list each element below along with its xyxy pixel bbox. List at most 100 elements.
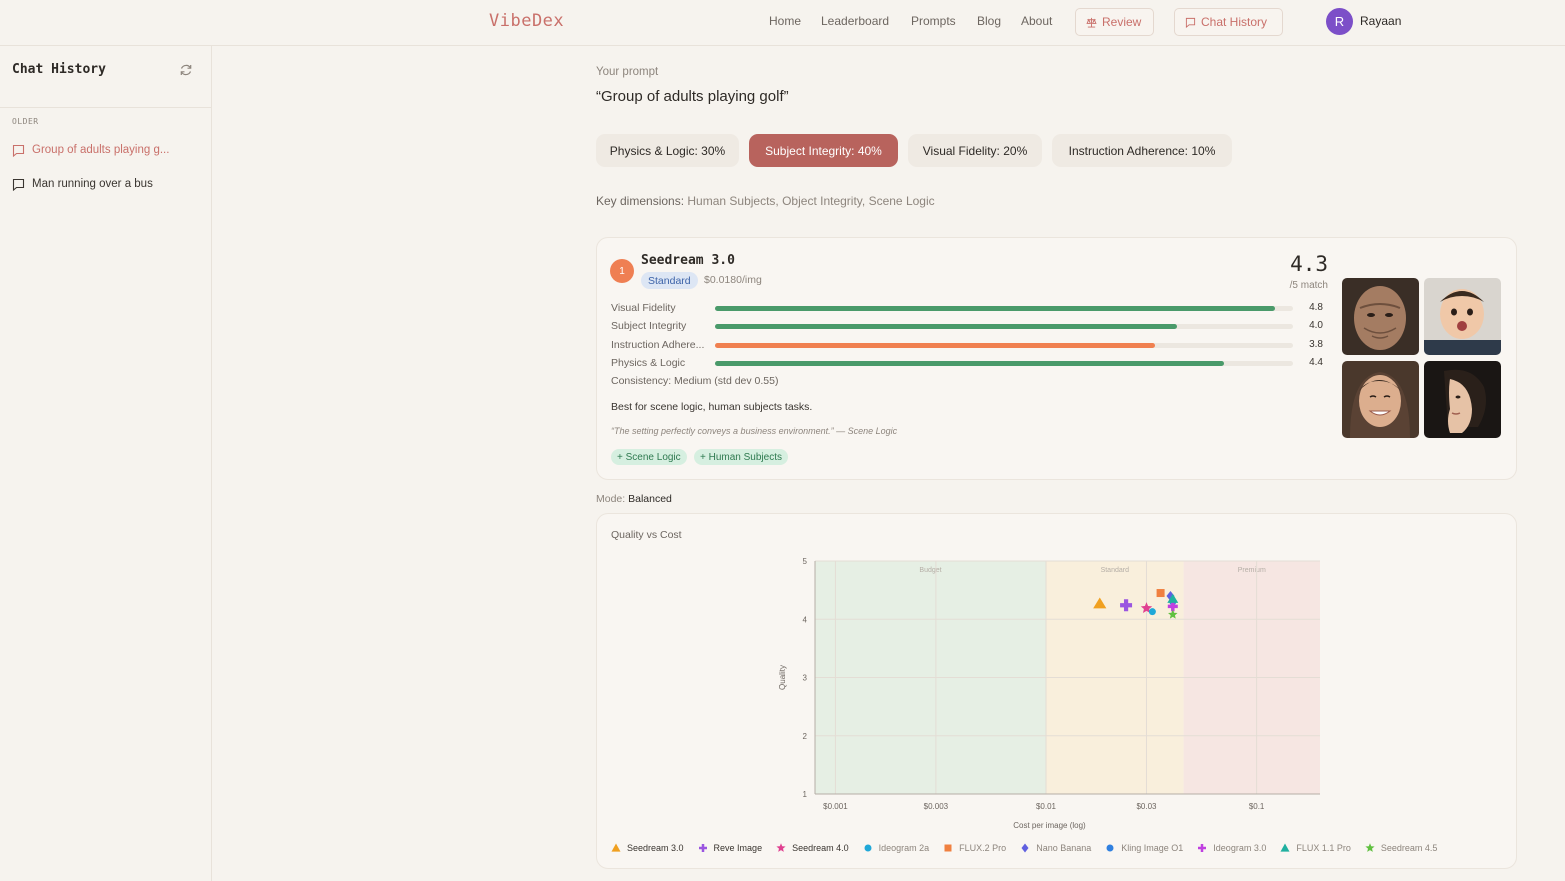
sample-image-child[interactable] xyxy=(1424,278,1501,355)
legend-item[interactable]: FLUX.2 Pro xyxy=(943,843,1006,853)
chart-zone-label: Budget xyxy=(919,567,941,574)
nav-leaderboard[interactable]: Leaderboard xyxy=(821,14,889,28)
weight-chip-instruction-adherence[interactable]: Instruction Adherence: 10% xyxy=(1052,134,1232,167)
refresh-icon[interactable] xyxy=(179,63,193,77)
legend-item[interactable]: Seedream 4.5 xyxy=(1365,843,1438,853)
metric-label: Instruction Adhere... xyxy=(611,339,705,351)
legend-item[interactable]: FLUX 1.1 Pro xyxy=(1280,843,1351,853)
sidebar-item-bus[interactable]: Man running over a bus xyxy=(12,175,153,193)
legend-marker-icon xyxy=(1280,843,1290,852)
chat-icon xyxy=(12,144,25,157)
match-score: 4.3 xyxy=(1290,252,1328,276)
nav-prompts[interactable]: Prompts xyxy=(911,14,956,28)
metric-track xyxy=(715,306,1293,311)
mode-value: Balanced xyxy=(628,493,672,505)
legend-marker-icon xyxy=(1106,844,1114,852)
chart-zone-label: Premium xyxy=(1238,567,1266,574)
legend-label: Seedream 4.5 xyxy=(1380,843,1438,853)
weight-chip-physics[interactable]: Physics & Logic: 30% xyxy=(596,134,739,167)
review-quote: “The setting perfectly conveys a busines… xyxy=(611,426,898,436)
x-tick-label: $0.03 xyxy=(1136,802,1157,811)
legend-item[interactable]: Ideogram 2a xyxy=(863,843,929,853)
legend-label: Ideogram 3.0 xyxy=(1213,843,1267,853)
review-label: Review xyxy=(1102,15,1142,29)
match-score-label: /5 match xyxy=(1289,280,1328,291)
chart-legend: Seedream 3.0 Reve Image Seedream 4.0 Ideogr… xyxy=(611,842,1437,854)
metric-value: 4.4 xyxy=(1309,357,1323,368)
legend-marker-icon xyxy=(944,844,952,852)
y-tick-label: 5 xyxy=(803,557,808,566)
x-axis-label: Cost per image (log) xyxy=(1013,821,1086,830)
chat-history-sidebar: Chat History OLDER Group of adults playi… xyxy=(0,46,212,881)
weight-chip-visual-fidelity[interactable]: Visual Fidelity: 20% xyxy=(908,134,1042,167)
chart-plot: Budget Standard Premium 1 2 3 4 5 $0.001 $0.003 $0… xyxy=(778,557,1320,830)
mode-indicator: Mode: Balanced xyxy=(596,493,672,505)
legend-label: Seedream 4.0 xyxy=(792,843,849,853)
legend-label: FLUX.2 Pro xyxy=(959,843,1007,853)
data-point-flux-2-pro xyxy=(1156,589,1165,598)
legend-label: Reve Image xyxy=(713,843,763,853)
metric-bar xyxy=(715,361,1224,366)
logo[interactable]: VibeDex xyxy=(489,11,564,31)
metric-subject-integrity: Subject Integrity 4.0 xyxy=(611,320,1323,332)
metric-label: Physics & Logic xyxy=(611,357,686,369)
legend-item[interactable]: Reve Image xyxy=(698,843,763,853)
model-name[interactable]: Seedream 3.0 xyxy=(641,253,735,268)
sidebar-header: Chat History xyxy=(0,46,211,108)
strength-tag: + Human Subjects xyxy=(694,449,788,465)
x-tick-label: $0.001 xyxy=(823,802,848,811)
sample-image-young-woman[interactable] xyxy=(1424,361,1501,438)
legend-item[interactable]: Ideogram 3.0 xyxy=(1197,843,1266,853)
weight-chip-subject-integrity[interactable]: Subject Integrity: 40% xyxy=(749,134,898,167)
legend-marker-icon xyxy=(1365,843,1375,852)
metric-bar xyxy=(715,343,1156,348)
chat-icon xyxy=(12,178,25,191)
avatar[interactable]: R xyxy=(1326,8,1353,35)
metric-value: 3.8 xyxy=(1309,339,1323,350)
mode-label: Mode: xyxy=(596,493,626,505)
nav-blog[interactable]: Blog xyxy=(977,14,1001,28)
nav-about[interactable]: About xyxy=(1021,14,1052,28)
chat-icon xyxy=(1185,17,1196,28)
chat-history-label: Chat History xyxy=(1201,15,1268,29)
metric-instruction-adherence: Instruction Adhere... 3.8 xyxy=(611,339,1323,351)
metric-track xyxy=(715,343,1293,348)
sidebar-item-label: Group of adults playing g... xyxy=(32,144,170,156)
x-tick-label: $0.1 xyxy=(1249,802,1265,811)
consistency-text: Consistency: Medium (std dev 0.55) xyxy=(611,375,779,387)
sidebar-section-older: OLDER xyxy=(12,117,39,126)
metric-bar xyxy=(715,324,1178,329)
sidebar-item-golf[interactable]: Group of adults playing g... xyxy=(12,141,169,159)
y-tick-label: 4 xyxy=(803,615,808,624)
metric-label: Visual Fidelity xyxy=(611,302,676,314)
legend-item[interactable]: Kling Image O1 xyxy=(1105,843,1183,853)
rank-badge: 1 xyxy=(610,259,634,283)
legend-marker-icon xyxy=(698,844,707,852)
review-button[interactable]: Review xyxy=(1075,8,1154,36)
key-dimensions-value: Human Subjects, Object Integrity, Scene … xyxy=(687,194,935,208)
legend-label: Nano Banana xyxy=(1036,843,1092,853)
legend-marker-icon xyxy=(1198,844,1207,852)
tier-badge: Standard xyxy=(641,272,698,289)
username[interactable]: Rayaan xyxy=(1360,14,1401,28)
sidebar-item-label: Man running over a bus xyxy=(32,178,153,190)
metric-value: 4.0 xyxy=(1309,320,1323,331)
chat-history-button[interactable]: Chat History xyxy=(1174,8,1283,36)
sample-image-elder-man[interactable] xyxy=(1342,278,1419,355)
nav-home[interactable]: Home xyxy=(769,14,801,28)
legend-item[interactable]: Seedream 4.0 xyxy=(776,843,849,853)
chart-zone-label: Standard xyxy=(1101,567,1130,574)
metric-bar xyxy=(715,306,1275,311)
legend-marker-icon xyxy=(611,843,621,852)
sample-image-older-woman[interactable] xyxy=(1342,361,1419,438)
prompt-label: Your prompt xyxy=(596,66,659,78)
top-nav: VibeDex Home Leaderboard Prompts Blog Ab… xyxy=(0,0,1565,46)
y-tick-label: 2 xyxy=(803,732,808,741)
metric-visual-fidelity: Visual Fidelity 4.8 xyxy=(611,302,1323,314)
price-per-image: $0.0180/img xyxy=(704,274,762,286)
key-dimensions-label: Key dimensions: xyxy=(596,194,685,208)
model-result-card[interactable]: 1 Seedream 3.0 Standard $0.0180/img 4.3 … xyxy=(596,237,1517,480)
legend-item[interactable]: Seedream 3.0 xyxy=(611,843,684,853)
metric-label: Subject Integrity xyxy=(611,320,687,332)
legend-item[interactable]: Nano Banana xyxy=(1020,843,1091,853)
